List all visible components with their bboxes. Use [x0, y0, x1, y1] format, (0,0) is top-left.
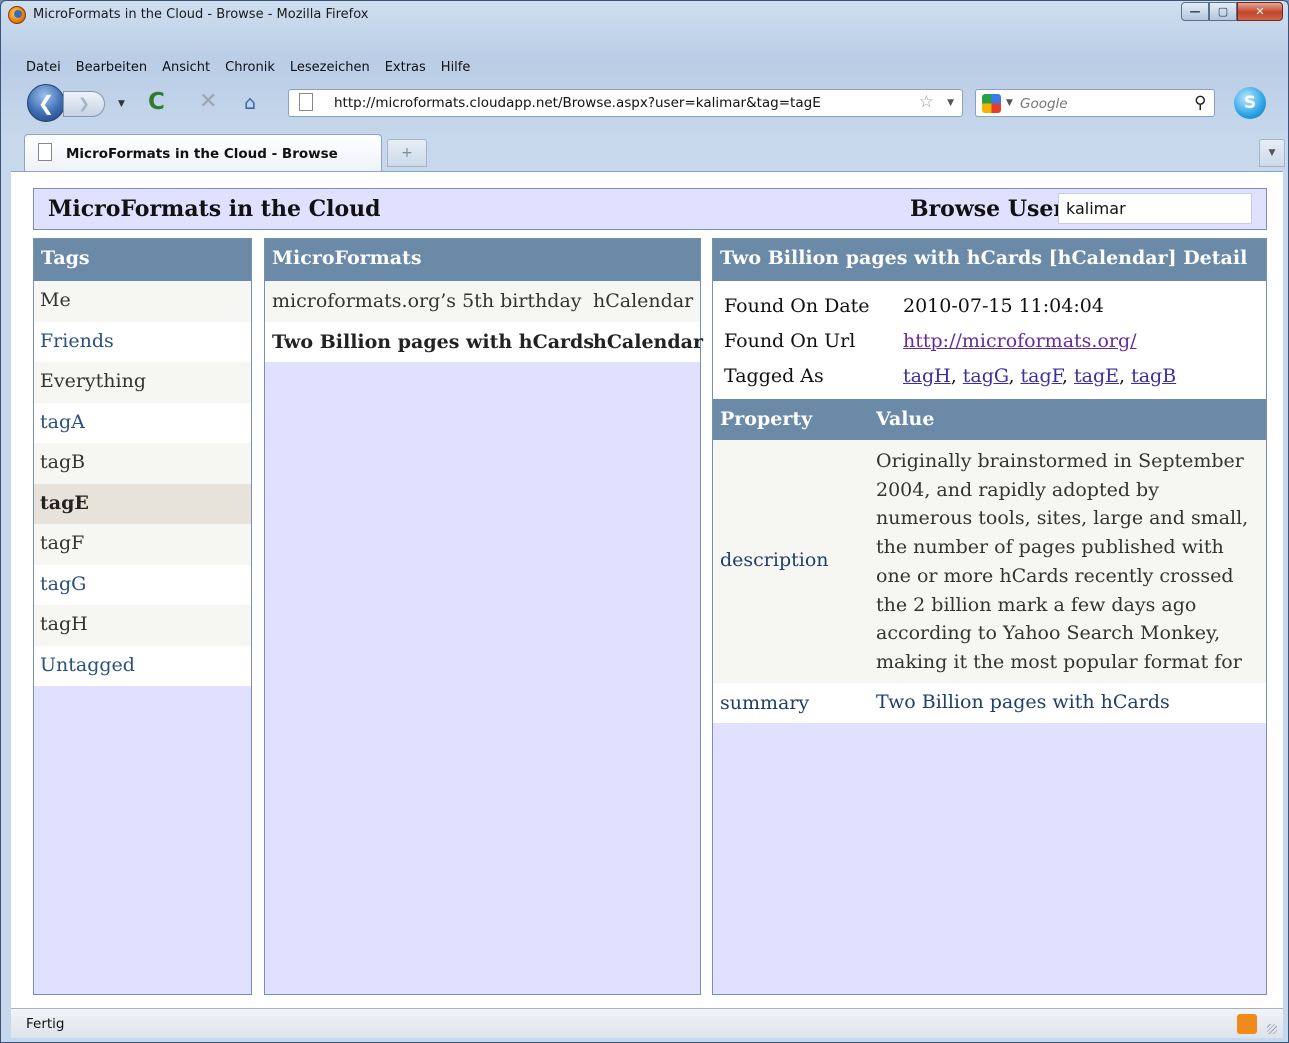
status-text: Fertig: [26, 1016, 65, 1032]
tags-header: Tags: [34, 239, 251, 281]
search-input[interactable]: [1020, 93, 1180, 114]
property-row-description: description Originally brainstormed in S…: [713, 440, 1266, 702]
found-on-url-label: Found On Url: [724, 330, 856, 352]
url-bar[interactable]: http://microformats.cloudapp.net/Browse.…: [288, 89, 963, 117]
microformat-name: microformats.org’s 5th birthday: [272, 290, 582, 312]
forward-arrow-icon: ❯: [78, 96, 90, 112]
url-text[interactable]: http://microformats.cloudapp.net/Browse.…: [334, 95, 821, 111]
tags-panel: Tags Me Friends Everything tagA tagB tag…: [33, 238, 252, 995]
tag-item-friends[interactable]: Friends: [34, 321, 251, 362]
tag-link-tage[interactable]: tagE: [1074, 365, 1119, 387]
tag-link-tagh[interactable]: tagH: [903, 365, 951, 387]
google-icon[interactable]: [982, 94, 1001, 113]
page-content: MicroFormats in the Cloud Browse User Ta…: [11, 171, 1283, 1008]
menu-extras[interactable]: Extras: [385, 60, 426, 75]
tagged-as-label: Tagged As: [724, 365, 824, 387]
tag-link-tagg[interactable]: tagG: [963, 365, 1009, 387]
tab-page-icon: [38, 143, 52, 161]
resize-grip-icon[interactable]: [1267, 1024, 1277, 1034]
bookmark-star-icon[interactable]: ☆: [919, 92, 934, 112]
browse-user-input[interactable]: [1058, 193, 1252, 224]
tag-link-tagf[interactable]: tagF: [1021, 365, 1062, 387]
tag-item-tage[interactable]: tagE: [34, 483, 251, 524]
navigation-toolbar: ❮ ❯ ▼ C ✕ ⌂ http://microformats.cloudapp…: [1, 83, 1288, 125]
close-button[interactable]: ✕: [1237, 2, 1283, 21]
menu-hilfe[interactable]: Hilfe: [441, 60, 471, 75]
tag-item-taga[interactable]: tagA: [34, 402, 251, 443]
search-engine-dropdown-icon[interactable]: ▼: [1006, 98, 1013, 108]
tab-active[interactable]: MicroFormats in the Cloud - Browse: [24, 134, 382, 171]
tab-label: MicroFormats in the Cloud - Browse: [66, 146, 338, 162]
url-dropdown-icon[interactable]: ▼: [947, 98, 954, 108]
tagged-as-list: tagH, tagG, tagF, tagE, tagB: [903, 365, 1177, 387]
microformats-panel: MicroFormats microformats.org’s 5th birt…: [264, 238, 703, 995]
browser-window: MicroFormats in the Cloud - Browse - Moz…: [0, 0, 1289, 1043]
property-table-header: Property Value: [713, 399, 1266, 440]
tag-item-tagb[interactable]: tagB: [34, 443, 251, 484]
property-name: description: [720, 549, 829, 571]
addon-status-icon[interactable]: [1237, 1014, 1257, 1034]
tag-item-tagh[interactable]: tagH: [34, 605, 251, 646]
stop-icon[interactable]: ✕: [199, 89, 217, 114]
tag-link-tagb[interactable]: tagB: [1131, 365, 1176, 387]
window-controls: — ▢ ✕: [1181, 2, 1283, 21]
found-on-url-link[interactable]: http://microformats.org/: [903, 330, 1137, 352]
microformat-type: hCalendar: [593, 330, 703, 353]
microformat-row[interactable]: microformats.org’s 5th birthday hCalenda…: [265, 281, 700, 322]
page-title: MicroFormats in the Cloud: [48, 196, 381, 222]
menu-bearbeiten[interactable]: Bearbeiten: [76, 60, 147, 75]
new-tab-button[interactable]: +: [387, 139, 427, 167]
tag-item-me[interactable]: Me: [34, 281, 251, 322]
tab-list-dropdown-icon[interactable]: ▼: [1259, 139, 1285, 167]
property-value: Two Billion pages with hCards: [876, 691, 1170, 713]
browse-user-label: Browse User: [910, 196, 1065, 222]
microformat-name: Two Billion pages with hCards: [272, 330, 595, 353]
property-value: Originally brainstormed in September 200…: [876, 450, 1249, 702]
menu-datei[interactable]: Datei: [26, 60, 61, 75]
back-arrow-icon: ❮: [37, 91, 55, 115]
microformat-type: hCalendar: [593, 290, 694, 312]
menu-lesezeichen[interactable]: Lesezeichen: [290, 60, 370, 75]
tag-item-tagg[interactable]: tagG: [34, 564, 251, 605]
forward-button[interactable]: ❯: [63, 91, 105, 117]
detail-panel: Two Billion pages with hCards [hCalendar…: [712, 238, 1267, 995]
back-button[interactable]: ❮: [27, 84, 65, 122]
tag-item-everything[interactable]: Everything: [34, 362, 251, 403]
page-header: MicroFormats in the Cloud Browse User: [33, 188, 1267, 230]
search-bar[interactable]: ▼ ⚲: [975, 89, 1215, 117]
microformats-header: MicroFormats: [265, 239, 700, 281]
skype-icon[interactable]: S: [1234, 87, 1266, 119]
maximize-button[interactable]: ▢: [1209, 2, 1237, 21]
reload-icon[interactable]: C: [148, 89, 165, 115]
found-on-date-value: 2010-07-15 11:04:04: [903, 295, 1104, 317]
home-icon[interactable]: ⌂: [244, 92, 256, 114]
menu-ansicht[interactable]: Ansicht: [162, 60, 210, 75]
property-name: summary: [720, 692, 810, 714]
found-on-url-value: http://microformats.org/: [903, 330, 1137, 352]
property-column-header: Property: [720, 408, 813, 430]
search-icon[interactable]: ⚲: [1194, 93, 1206, 113]
window-title: MicroFormats in the Cloud - Browse - Moz…: [33, 7, 369, 22]
property-row-summary: summary Two Billion pages with hCards: [713, 683, 1266, 723]
page-icon: [299, 93, 313, 111]
menu-bar: Datei Bearbeiten Ansicht Chronik Lesezei…: [1, 54, 1288, 80]
found-on-date-label: Found On Date: [724, 295, 870, 317]
status-bar: Fertig: [11, 1008, 1283, 1038]
firefox-logo-icon: [8, 6, 26, 24]
tag-item-tagf[interactable]: tagF: [34, 524, 251, 565]
detail-header: Two Billion pages with hCards [hCalendar…: [713, 239, 1266, 281]
detail-info: Found On Date 2010-07-15 11:04:04 Found …: [713, 281, 1266, 399]
history-dropdown-icon[interactable]: ▼: [118, 99, 125, 109]
tab-bar: MicroFormats in the Cloud - Browse + ▼: [1, 131, 1288, 171]
title-bar: MicroFormats in the Cloud - Browse - Moz…: [1, 1, 1288, 29]
tag-item-untagged[interactable]: Untagged: [34, 645, 251, 686]
microformat-row-selected[interactable]: Two Billion pages with hCards hCalendar: [265, 321, 703, 362]
value-column-header: Value: [876, 408, 935, 430]
minimize-button[interactable]: —: [1181, 2, 1209, 21]
menu-chronik[interactable]: Chronik: [225, 60, 275, 75]
